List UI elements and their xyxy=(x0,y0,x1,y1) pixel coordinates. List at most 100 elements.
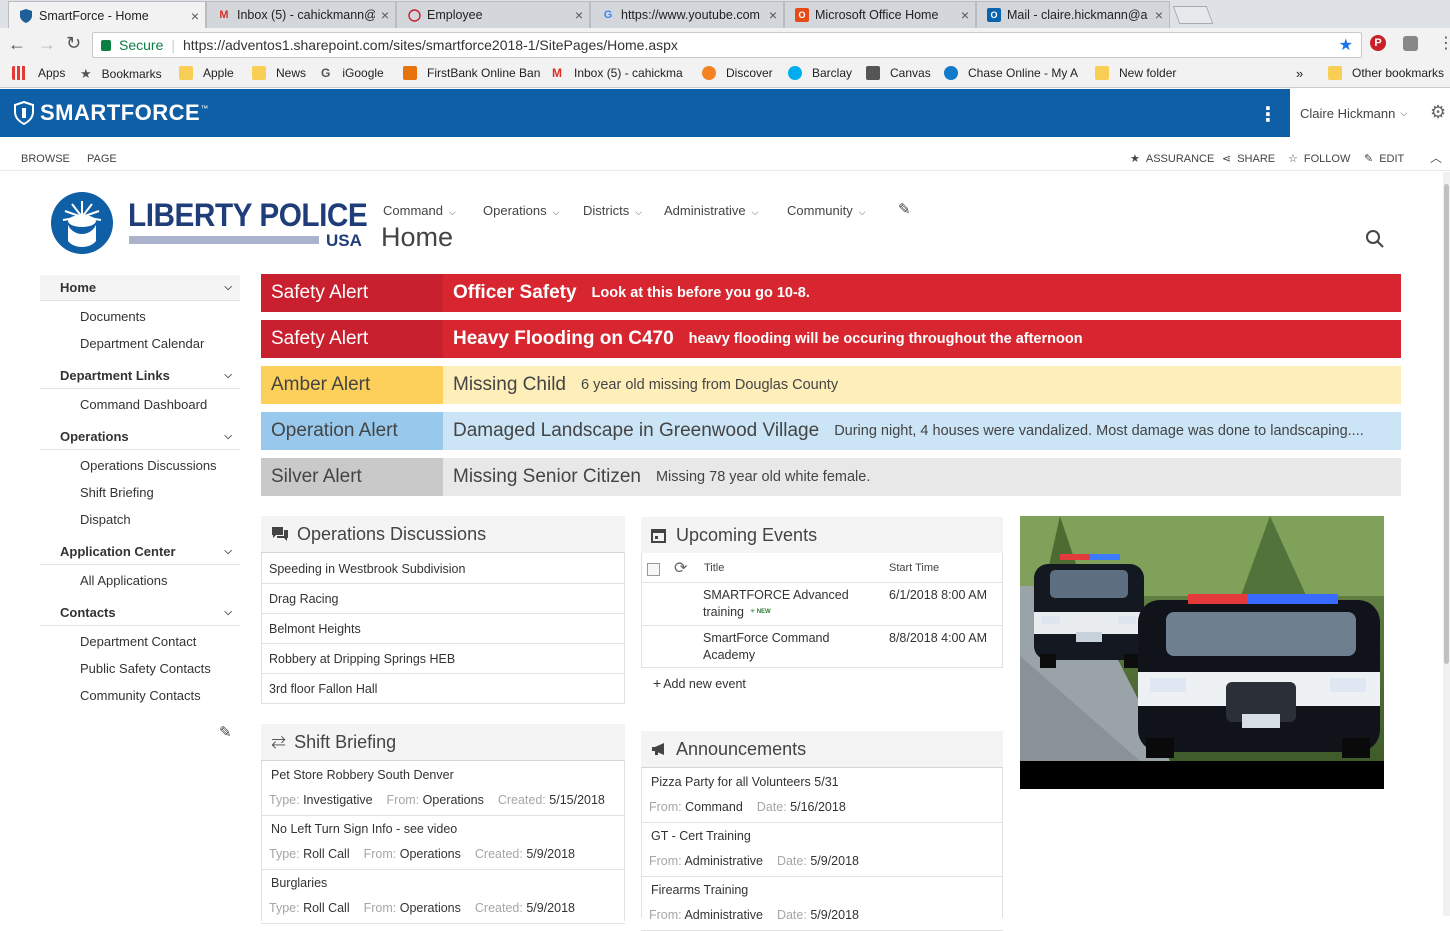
forward-icon[interactable]: → xyxy=(38,34,56,55)
browser-tab[interactable]: Employee × xyxy=(396,1,590,28)
close-icon[interactable]: × xyxy=(381,7,389,23)
refresh-icon[interactable]: ⟳ xyxy=(674,558,687,578)
browser-tab[interactable]: SmartForce - Home × xyxy=(8,1,206,29)
alert-title[interactable]: Heavy Flooding on C470 xyxy=(453,328,674,350)
browser-tab[interactable]: M Inbox (5) - cahickmann@ × xyxy=(206,1,396,28)
new-tab-button[interactable] xyxy=(1172,6,1214,24)
close-icon[interactable]: × xyxy=(191,8,199,24)
nav-command[interactable]: Command ⌵ xyxy=(383,203,456,218)
tab-page[interactable]: PAGE xyxy=(87,153,117,165)
chevron-up-icon[interactable]: ︿ xyxy=(1430,149,1442,166)
bookmark-inbox[interactable]: M Inbox (5) - cahickma xyxy=(552,66,683,80)
leftnav-department-links[interactable]: Department Links ⌵ xyxy=(40,363,240,389)
follow-button[interactable]: ☆ FOLLOW xyxy=(1288,152,1350,166)
alert-title[interactable]: Missing Child xyxy=(453,374,566,396)
pinterest-icon[interactable]: P xyxy=(1370,35,1386,51)
scrollbar-thumb[interactable] xyxy=(1444,184,1449,664)
url-text[interactable]: https://adventos1.sharepoint.com/sites/s… xyxy=(183,37,678,53)
nav-districts[interactable]: Districts ⌵ xyxy=(583,203,642,218)
nav-administrative[interactable]: Administrative ⌵ xyxy=(664,203,758,218)
add-new-event-link[interactable]: + Add new event xyxy=(653,675,746,691)
select-all-checkbox[interactable] xyxy=(647,563,660,576)
folder-icon xyxy=(179,66,193,80)
events-title: Upcoming Events xyxy=(676,524,818,545)
edit-button[interactable]: ✎ EDIT xyxy=(1364,152,1404,166)
leftnav-shift-briefing[interactable]: Shift Briefing xyxy=(80,485,154,500)
event-title-link[interactable]: SMARTFORCE Advanced training ✳ NEW xyxy=(703,587,849,621)
alert-title[interactable]: Damaged Landscape in Greenwood Village xyxy=(453,420,819,442)
assurance-button[interactable]: ★ ASSURANCE xyxy=(1130,152,1214,166)
bookmark-chase[interactable]: Chase Online - My A xyxy=(944,66,1078,80)
edit-nav-icon[interactable]: ✎ xyxy=(219,723,232,741)
back-icon[interactable]: ← xyxy=(8,34,26,55)
site-logo[interactable]: LIBERTY POLICE USA xyxy=(50,191,368,255)
alert-title[interactable]: Missing Senior Citizen xyxy=(453,466,641,488)
bookmark-discover[interactable]: Discover xyxy=(702,66,773,80)
browser-tab[interactable]: G https://www.youtube.com × xyxy=(590,1,784,28)
leftnav-contacts[interactable]: Contacts ⌵ xyxy=(40,600,240,626)
menu-icon[interactable]: ⋮ xyxy=(1438,33,1450,53)
shield-icon xyxy=(14,101,34,125)
leftnav-operations[interactable]: Operations ⌵ xyxy=(40,424,240,450)
event-title-link[interactable]: SmartForce Command Academy xyxy=(703,630,829,664)
alert-banner[interactable]: Safety Alert Officer Safety Look at this b… xyxy=(261,274,1401,312)
close-icon[interactable]: × xyxy=(961,7,969,23)
alert-banner[interactable]: Safety Alert Heavy Flooding on C470 heavy … xyxy=(261,320,1401,358)
bookmark-canvas[interactable]: Canvas xyxy=(866,66,931,80)
alert-body: Damaged Landscape in Greenwood Village Du… xyxy=(443,412,1401,450)
edit-links-icon[interactable]: ✎ xyxy=(898,200,911,218)
column-title[interactable]: Title xyxy=(704,562,724,574)
bookmarks-overflow[interactable]: » xyxy=(1296,66,1303,81)
browser-tab[interactable]: O Mail - claire.hickmann@a × xyxy=(976,1,1170,28)
leftnav-department-calendar[interactable]: Department Calendar xyxy=(80,336,204,351)
browser-tab[interactable]: O Microsoft Office Home × xyxy=(784,1,976,28)
user-menu[interactable]: Claire Hickmann ⌵ xyxy=(1290,89,1420,137)
pencil-icon: ✎ xyxy=(1364,153,1374,165)
more-options-icon[interactable]: ⋮ xyxy=(1258,102,1278,127)
leftnav-public-safety-contacts[interactable]: Public Safety Contacts xyxy=(80,661,211,676)
close-icon[interactable]: × xyxy=(769,7,777,23)
other-bookmarks[interactable]: Other bookmarks xyxy=(1328,66,1444,80)
google-icon: G xyxy=(603,9,613,21)
leftnav-operations-discussions[interactable]: Operations Discussions xyxy=(80,458,217,473)
page-scrollbar[interactable] xyxy=(1443,172,1450,916)
bookmark-firstbank[interactable]: FirstBank Online Ban xyxy=(403,66,540,80)
search-icon[interactable] xyxy=(1365,229,1385,249)
leftnav-all-applications[interactable]: All Applications xyxy=(80,573,167,588)
extension-icon[interactable] xyxy=(1403,36,1418,51)
share-button[interactable]: ⋖ SHARE xyxy=(1222,152,1275,166)
tab-browse[interactable]: BROWSE xyxy=(21,153,70,165)
gear-icon[interactable]: ⚙ xyxy=(1430,102,1446,123)
leftnav-community-contacts[interactable]: Community Contacts xyxy=(80,688,201,703)
leftnav-dispatch[interactable]: Dispatch xyxy=(80,512,131,527)
bookmark-news[interactable]: News xyxy=(252,66,306,80)
nav-operations[interactable]: Operations ⌵ xyxy=(483,203,559,218)
leftnav-department-contact[interactable]: Department Contact xyxy=(80,634,196,649)
bookmark-apps[interactable]: Apps xyxy=(12,66,65,80)
bookmark-bookmarks[interactable]: ★ Bookmarks xyxy=(80,66,162,82)
alert-banner[interactable]: Operation Alert Damaged Landscape in Gree… xyxy=(261,412,1401,450)
leftnav-command-dashboard[interactable]: Command Dashboard xyxy=(80,397,207,412)
smartforce-logo[interactable]: SMARTFORCE ™ xyxy=(14,100,208,126)
bookmark-new-folder[interactable]: New folder xyxy=(1095,66,1176,80)
alert-banner[interactable]: Amber Alert Missing Child 6 year old missi… xyxy=(261,366,1401,404)
bookmark-apple[interactable]: Apple xyxy=(179,66,234,80)
leftnav-home[interactable]: Home ⌵ xyxy=(40,275,240,301)
tab-title: https://www.youtube.com xyxy=(621,8,760,22)
reload-icon[interactable]: ↻ xyxy=(66,33,81,54)
nav-community[interactable]: Community ⌵ xyxy=(787,203,866,218)
close-icon[interactable]: × xyxy=(1155,7,1163,23)
close-icon[interactable]: × xyxy=(575,7,583,23)
bookmark-igoogle[interactable]: GiGoogle xyxy=(321,66,384,80)
tab-title: Inbox (5) - cahickmann@ xyxy=(237,8,375,22)
bookmark-barclay[interactable]: Barclay xyxy=(788,66,852,80)
chat-icon xyxy=(271,526,289,542)
star-icon[interactable]: ★ xyxy=(1339,35,1353,55)
chevron-down-icon: ⌵ xyxy=(448,207,456,217)
column-start-time[interactable]: Start Time xyxy=(889,562,939,574)
leftnav-application-center[interactable]: Application Center ⌵ xyxy=(40,539,240,565)
address-bar[interactable]: Secure | https://adventos1.sharepoint.co… xyxy=(92,32,1362,58)
leftnav-documents[interactable]: Documents xyxy=(80,309,146,324)
alert-banner[interactable]: Silver Alert Missing Senior Citizen Missin… xyxy=(261,458,1401,496)
alert-title[interactable]: Officer Safety xyxy=(453,282,577,304)
